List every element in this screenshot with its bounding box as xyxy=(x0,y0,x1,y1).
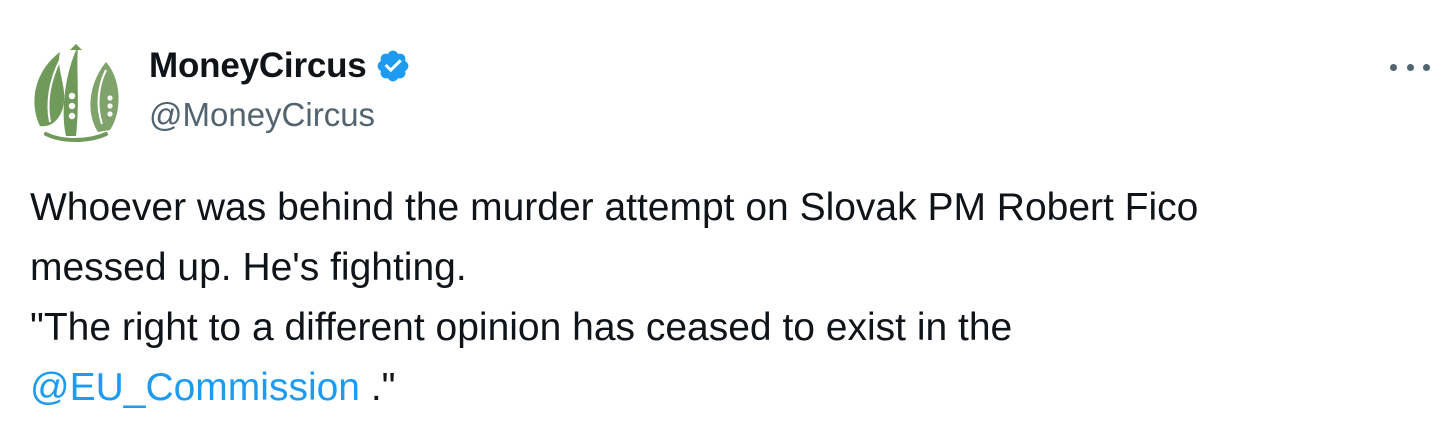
tweet-line: @EU_Commission ." xyxy=(30,358,1420,418)
tweet-line: Whoever was behind the murder attempt on… xyxy=(30,186,1199,229)
tweet-line-suffix: ." xyxy=(360,366,396,409)
author-handle[interactable]: @MoneyCircus xyxy=(149,96,375,134)
tweet-line: "The right to a different opinion has ce… xyxy=(30,306,1013,349)
avatar[interactable] xyxy=(26,40,130,144)
display-name[interactable]: MoneyCircus xyxy=(149,46,367,86)
money-circus-logo-icon xyxy=(34,44,119,142)
more-dot xyxy=(1406,63,1414,71)
tweet-text: Whoever was behind the murder attempt on… xyxy=(30,178,1420,418)
more-options-icon[interactable] xyxy=(1390,52,1430,82)
more-dot xyxy=(1423,63,1430,71)
tweet-card: MoneyCircus @MoneyCircus Whoever was beh… xyxy=(0,0,1456,440)
mention-link[interactable]: @EU_Commission xyxy=(30,366,360,409)
author-name-row: MoneyCircus xyxy=(149,44,411,88)
tweet-line: messed up. He's fighting. xyxy=(30,246,467,289)
verified-badge-icon xyxy=(375,48,411,84)
more-dot xyxy=(1390,63,1397,71)
